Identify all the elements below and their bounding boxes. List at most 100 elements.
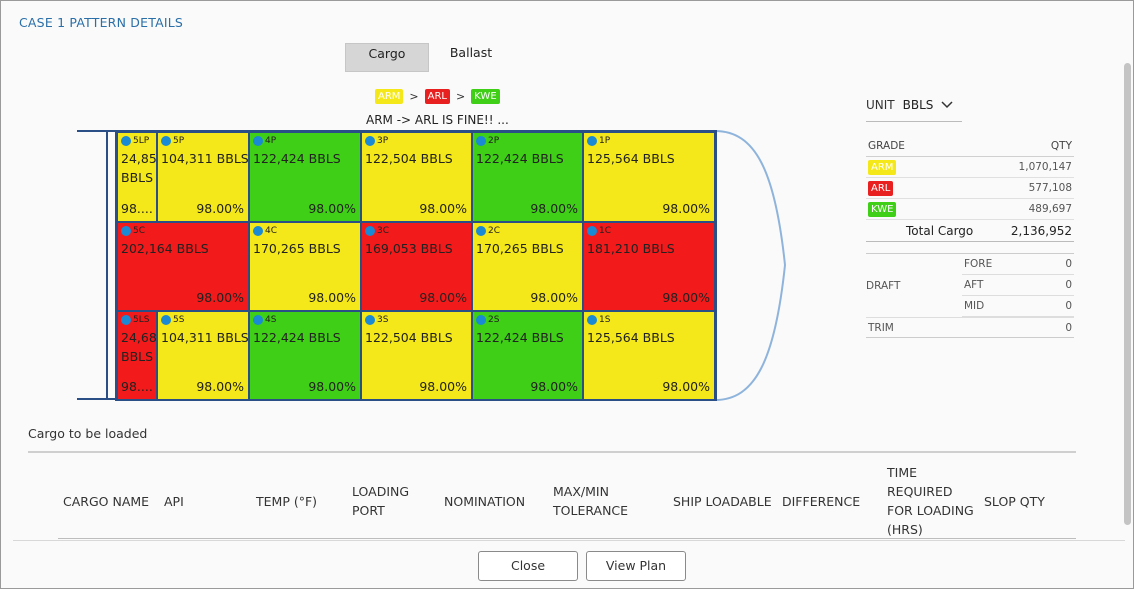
tank-fill-percent: 98....: [121, 379, 153, 394]
unit-row: UNIT BBLS: [866, 93, 1074, 117]
draft-aft-cell: AFT 0: [962, 275, 1074, 296]
column-header-line: TIME: [887, 465, 918, 480]
tank-3p[interactable]: 3P 122,504 BBLS 98.00%: [361, 132, 472, 222]
draft-mid-label: MID: [964, 300, 985, 312]
column-header-line: NOMINATION: [444, 493, 526, 509]
tank-volume: 170,265 BBLS: [253, 241, 341, 256]
ship-hull-line-top: [77, 130, 117, 132]
grade-qty: 489,697: [1028, 203, 1072, 215]
tank-id-label: 5LP: [121, 136, 149, 146]
tank-status-dot-icon: [365, 315, 375, 325]
tank-layout: 5LP 24,858 BBLS 98.... 5P 104,311 BBLS 98.00%…: [115, 130, 717, 401]
column-header-api: API: [164, 492, 184, 511]
tank-id-label: 3C: [365, 226, 389, 236]
summary-panel: UNIT BBLS GRADE QTY ARM 1,070,147 ARL 57…: [866, 93, 1074, 338]
tank-volume: 125,564 BBLS: [587, 330, 675, 345]
draft-row-aft: DRAFT AFT 0: [866, 275, 1074, 296]
tank-id: 2S: [488, 315, 500, 325]
qty-header: QTY: [1050, 140, 1072, 152]
tank-2c[interactable]: 2C 170,265 BBLS 98.00%: [472, 222, 583, 311]
tank-id: 4C: [265, 226, 278, 236]
close-button[interactable]: Close: [478, 551, 578, 581]
ship-stern: [106, 131, 108, 399]
tank-id-label: 3S: [365, 315, 388, 325]
draft-table: FORE 0 DRAFT AFT 0 MID 0 TRIM 0: [866, 253, 1074, 338]
tank-5ls[interactable]: 5LS 24,688 BBLS 98....: [117, 311, 157, 400]
sequence-separator: >: [456, 90, 466, 103]
grade-chip-kwe: KWE: [471, 89, 500, 104]
chevron-down-icon: [941, 101, 953, 109]
grade-chip-arl: ARL: [868, 180, 894, 196]
tank-2s[interactable]: 2S 122,424 BBLS 98.00%: [472, 311, 583, 400]
column-header-line: DIFFERENCE: [782, 493, 861, 509]
tank-status-dot-icon: [161, 315, 171, 325]
draft-aft-value: 0: [1065, 279, 1072, 291]
column-header-line: PORT: [352, 503, 385, 518]
grade-qty: 577,108: [1028, 182, 1072, 194]
tank-1s[interactable]: 1S 125,564 BBLS 98.00%: [583, 311, 715, 400]
tank-4s[interactable]: 4S 122,424 BBLS 98.00%: [249, 311, 361, 400]
tab-bar: Cargo Ballast: [345, 43, 513, 72]
tank-status-dot-icon: [121, 136, 131, 146]
draft-row-mid: MID 0: [866, 296, 1074, 317]
tank-fill-percent: 98.00%: [308, 201, 356, 216]
column-header-line: (HRS): [887, 522, 923, 537]
tab-cargo[interactable]: Cargo: [345, 43, 429, 72]
scrollbar[interactable]: [1124, 63, 1131, 525]
tank-5c[interactable]: 5C 202,164 BBLS 98.00%: [117, 222, 249, 311]
tank-5p[interactable]: 5P 104,311 BBLS 98.00%: [157, 132, 249, 222]
tank-id-label: 4P: [253, 136, 276, 146]
tank-5lp[interactable]: 5LP 24,858 BBLS 98....: [117, 132, 157, 222]
trim-row: TRIM 0: [866, 317, 1074, 338]
tab-ballast[interactable]: Ballast: [429, 43, 513, 72]
tank-id-label: 2P: [476, 136, 499, 146]
column-header-difference: DIFFERENCE: [782, 492, 860, 511]
tank-4p[interactable]: 4P 122,424 BBLS 98.00%: [249, 132, 361, 222]
tank-3s[interactable]: 3S 122,504 BBLS 98.00%: [361, 311, 472, 400]
grade-chip-arm: ARM: [868, 159, 897, 175]
tank-status-dot-icon: [121, 226, 131, 236]
tank-fill-percent: 98.00%: [196, 290, 244, 305]
ship-hull-line-bottom: [77, 398, 117, 400]
grade-chip-kwe: KWE: [868, 201, 897, 217]
tank-id: 3S: [377, 315, 389, 325]
tank-status-dot-icon: [365, 136, 375, 146]
tank-status-dot-icon: [476, 136, 486, 146]
view-plan-button[interactable]: View Plan: [586, 551, 686, 581]
tank-5s[interactable]: 5S 104,311 BBLS 98.00%: [157, 311, 249, 400]
tank-status-dot-icon: [161, 136, 171, 146]
dialog-title: CASE 1 PATTERN DETAILS: [19, 15, 184, 30]
tank-id: 1P: [599, 136, 611, 146]
tank-volume: 122,504 BBLS: [365, 330, 453, 345]
unit-select[interactable]: BBLS: [903, 98, 963, 112]
column-header-line: LOADING: [352, 484, 410, 499]
tank-3c[interactable]: 3C 169,053 BBLS 98.00%: [361, 222, 472, 311]
column-header-line: API: [164, 493, 184, 509]
tank-id: 3P: [377, 136, 389, 146]
grade-table-header: GRADE QTY: [866, 136, 1074, 157]
column-header-max-min-tolerance: MAX/MIN TOLERANCE: [553, 482, 628, 520]
tank-volume: 122,424 BBLS: [476, 330, 564, 345]
tank-id-label: 2S: [476, 315, 499, 325]
column-header-time-required: TIME REQUIRED FOR LOADING (HRS): [887, 463, 974, 539]
tank-status-dot-icon: [587, 136, 597, 146]
grade-table: GRADE QTY ARM 1,070,147 ARL 577,108 KWE …: [866, 136, 1074, 242]
tank-1p[interactable]: 1P 125,564 BBLS 98.00%: [583, 132, 715, 222]
tank-id-label: 3P: [365, 136, 388, 146]
tank-id: 3C: [377, 226, 390, 236]
tank-1c[interactable]: 1C 181,210 BBLS 98.00%: [583, 222, 715, 311]
tank-2p[interactable]: 2P 122,424 BBLS 98.00%: [472, 132, 583, 222]
tank-fill-percent: 98.00%: [530, 290, 578, 305]
grade-chip-arm: ARM: [375, 89, 404, 104]
unit-value: BBLS: [902, 98, 934, 112]
tank-4c[interactable]: 4C 170,265 BBLS 98.00%: [249, 222, 361, 311]
tank-status-dot-icon: [365, 226, 375, 236]
trim-label: TRIM: [868, 321, 894, 334]
tank-volume: 122,424 BBLS: [253, 330, 341, 345]
tank-id-label: 5C: [121, 226, 145, 236]
cargo-section-title: Cargo to be loaded: [28, 426, 148, 441]
tank-fill-percent: 98.00%: [530, 201, 578, 216]
tank-volume: 169,053 BBLS: [365, 241, 453, 256]
tank-id: 1C: [599, 226, 612, 236]
tank-status-dot-icon: [476, 315, 486, 325]
